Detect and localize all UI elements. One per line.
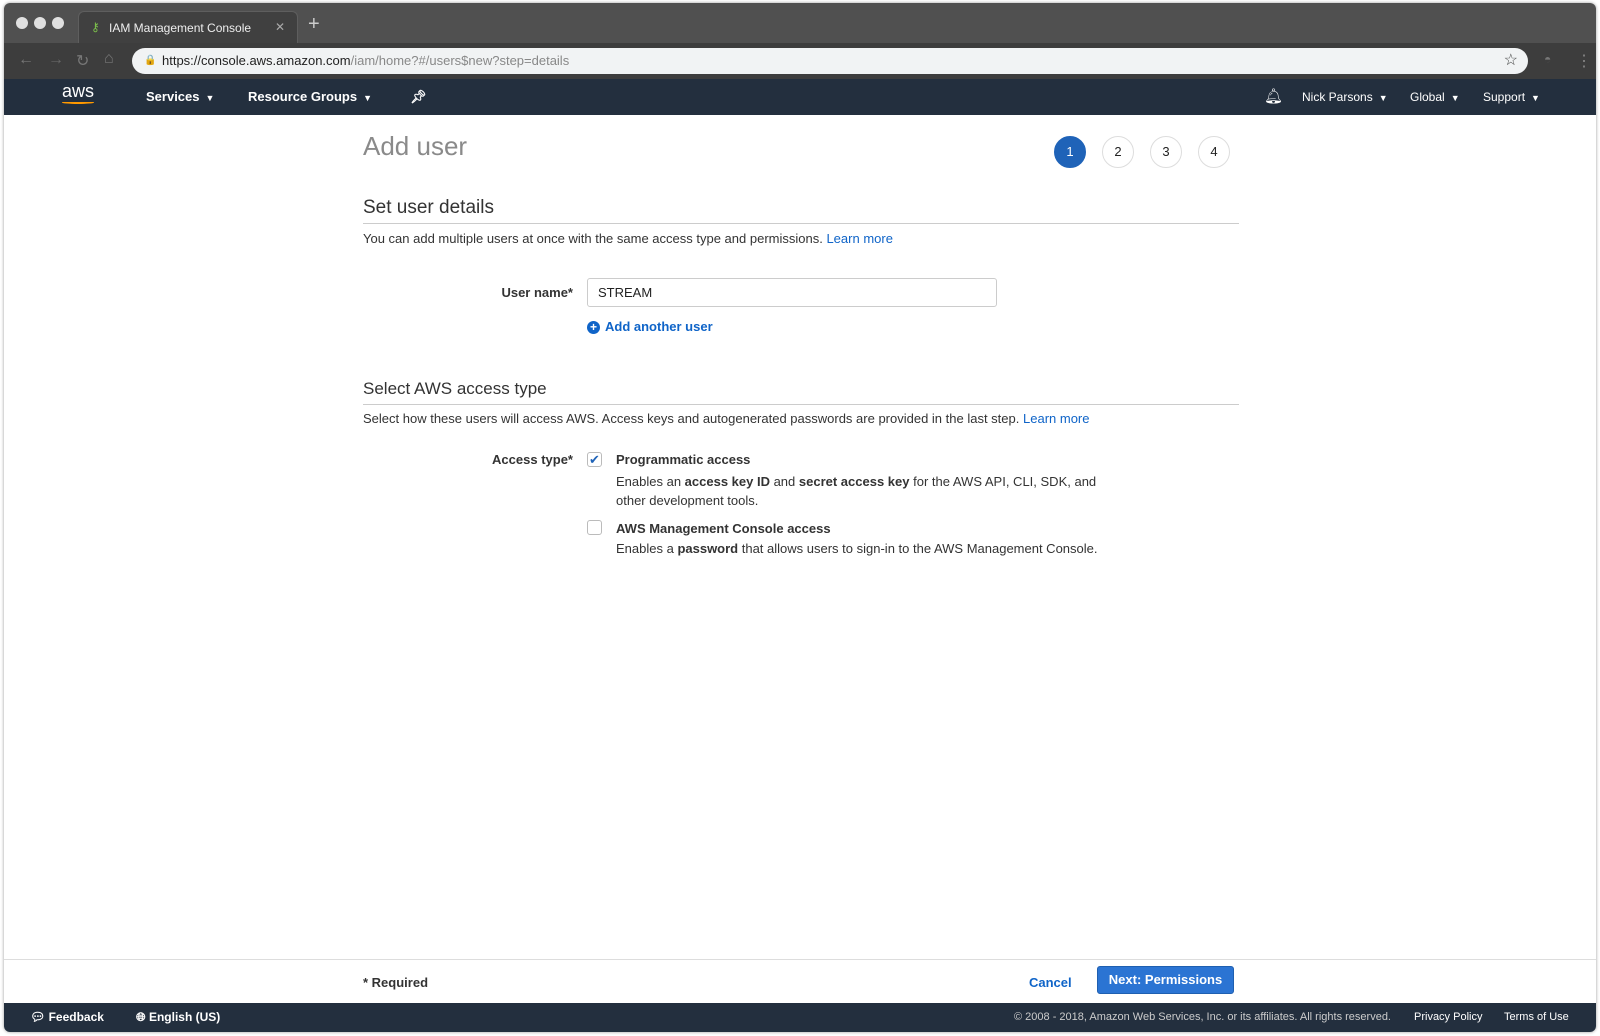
chevron-down-icon: ▼	[205, 93, 215, 103]
pin-icon[interactable]: 📌︎	[410, 79, 427, 115]
close-window-button[interactable]	[16, 17, 28, 29]
back-icon[interactable]: ←	[18, 51, 34, 69]
globe-icon: 🌐︎	[136, 1010, 146, 1024]
browser-tab[interactable]: ⚷ IAM Management Console ✕	[78, 11, 298, 44]
page-title: Add user	[363, 131, 468, 161]
divider	[363, 404, 1239, 405]
tab-bar: ⚷ IAM Management Console ✕ +	[4, 3, 1596, 44]
browser-window: ⚷ IAM Management Console ✕ + ← → ↻ ⌂ 🔒 h…	[4, 3, 1596, 1032]
support-label: Support	[1483, 90, 1526, 104]
plus-circle-icon: +	[587, 321, 600, 334]
maximize-window-button[interactable]	[52, 17, 64, 29]
speech-bubble-icon: 💬︎	[30, 1010, 46, 1024]
reload-icon[interactable]: ↻	[76, 51, 89, 71]
resource-groups-label: Resource Groups	[248, 89, 358, 104]
programmatic-access-checkbox[interactable]: ✔	[587, 452, 602, 467]
services-label: Services	[146, 89, 200, 104]
aws-nav-bar: aws Services ▼ Resource Groups ▼ 📌︎ 🔔︎ Nic…	[4, 79, 1596, 115]
chevron-down-icon: ▼	[1378, 93, 1388, 103]
region-label: Global	[1410, 90, 1445, 104]
learn-more-link[interactable]: Learn more	[826, 231, 892, 246]
chevron-down-icon: ▼	[1531, 93, 1540, 103]
region-menu[interactable]: Global ▼	[1410, 79, 1460, 116]
aws-logo[interactable]: aws	[58, 81, 98, 104]
incognito-icon: ◓	[1544, 52, 1552, 66]
section-heading: Select AWS access type	[363, 379, 547, 398]
step-3: 3	[1150, 136, 1182, 168]
option-label: Programmatic access	[616, 452, 751, 467]
star-icon[interactable]: ☆	[1504, 48, 1518, 74]
services-menu[interactable]: Services ▼	[146, 79, 214, 116]
logo-text: aws	[61, 81, 94, 101]
close-tab-icon[interactable]: ✕	[275, 20, 285, 34]
terms-of-use-link[interactable]: Terms of Use	[1504, 1011, 1569, 1023]
support-menu[interactable]: Support ▼	[1483, 79, 1540, 116]
step-2: 2	[1102, 136, 1134, 168]
copyright: © 2008 - 2018, Amazon Web Services, Inc.…	[1014, 1011, 1391, 1023]
tab-title: IAM Management Console	[109, 21, 252, 35]
add-another-user-label: Add another user	[605, 319, 713, 334]
language-label: English (US)	[148, 1010, 221, 1024]
section-description: Select how these users will access AWS. …	[363, 411, 1020, 426]
smile-icon	[62, 101, 94, 104]
resource-groups-menu[interactable]: Resource Groups ▼	[248, 79, 372, 116]
chevron-down-icon: ▼	[363, 93, 373, 103]
section-description: You can add multiple users at once with …	[363, 231, 823, 246]
section-heading: Set user details	[363, 197, 494, 218]
address-bar[interactable]: 🔒 https://console.aws.amazon.com/iam/hom…	[132, 48, 1528, 74]
account-menu[interactable]: Nick Parsons ▼	[1302, 79, 1388, 116]
address-row: ← → ↻ ⌂ 🔒 https://console.aws.amazon.com…	[4, 43, 1596, 79]
next-permissions-button[interactable]: Next: Permissions	[1097, 966, 1234, 994]
lock-icon: 🔒	[144, 55, 157, 66]
minimize-window-button[interactable]	[34, 17, 46, 29]
console-access-checkbox[interactable]	[587, 520, 602, 535]
option-label: AWS Management Console access	[616, 521, 831, 536]
feedback-button[interactable]: 💬︎ Feedback	[30, 1010, 104, 1024]
required-note: * Required	[363, 975, 429, 990]
step-4: 4	[1198, 136, 1230, 168]
url-host: https://console.aws.amazon.com	[162, 53, 351, 68]
divider	[363, 223, 1239, 224]
feedback-label: Feedback	[48, 1010, 104, 1024]
step-1: 1	[1054, 136, 1086, 168]
divider	[4, 959, 1596, 960]
forward-icon[interactable]: →	[48, 51, 64, 69]
url-path: /iam/home?#/users$new?step=details	[350, 53, 570, 68]
add-another-user-button[interactable]: + Add another user	[587, 319, 713, 334]
learn-more-link[interactable]: Learn more	[1023, 411, 1089, 426]
account-label: Nick Parsons	[1302, 90, 1373, 104]
key-icon: ⚷	[91, 20, 100, 34]
bell-icon[interactable]: 🔔︎	[1264, 79, 1283, 115]
access-type-label: Access type*	[492, 452, 573, 467]
home-icon[interactable]: ⌂	[104, 50, 114, 68]
language-selector[interactable]: 🌐︎ English (US)	[136, 1010, 220, 1025]
page-footer: 💬︎ Feedback 🌐︎ English (US) © 2008 - 201…	[4, 1003, 1596, 1032]
user-name-input[interactable]	[587, 278, 997, 307]
privacy-policy-link[interactable]: Privacy Policy	[1414, 1011, 1482, 1023]
chevron-down-icon: ▼	[1450, 93, 1460, 103]
new-tab-icon[interactable]: +	[308, 13, 320, 36]
option-description: Enables an access key ID and secret acce…	[616, 474, 1097, 508]
menu-icon[interactable]: ⋮	[1576, 51, 1592, 71]
option-description: Enables a password that allows users to …	[616, 541, 1098, 556]
user-name-label: User name*	[501, 285, 573, 300]
cancel-button[interactable]: Cancel	[1029, 975, 1072, 990]
